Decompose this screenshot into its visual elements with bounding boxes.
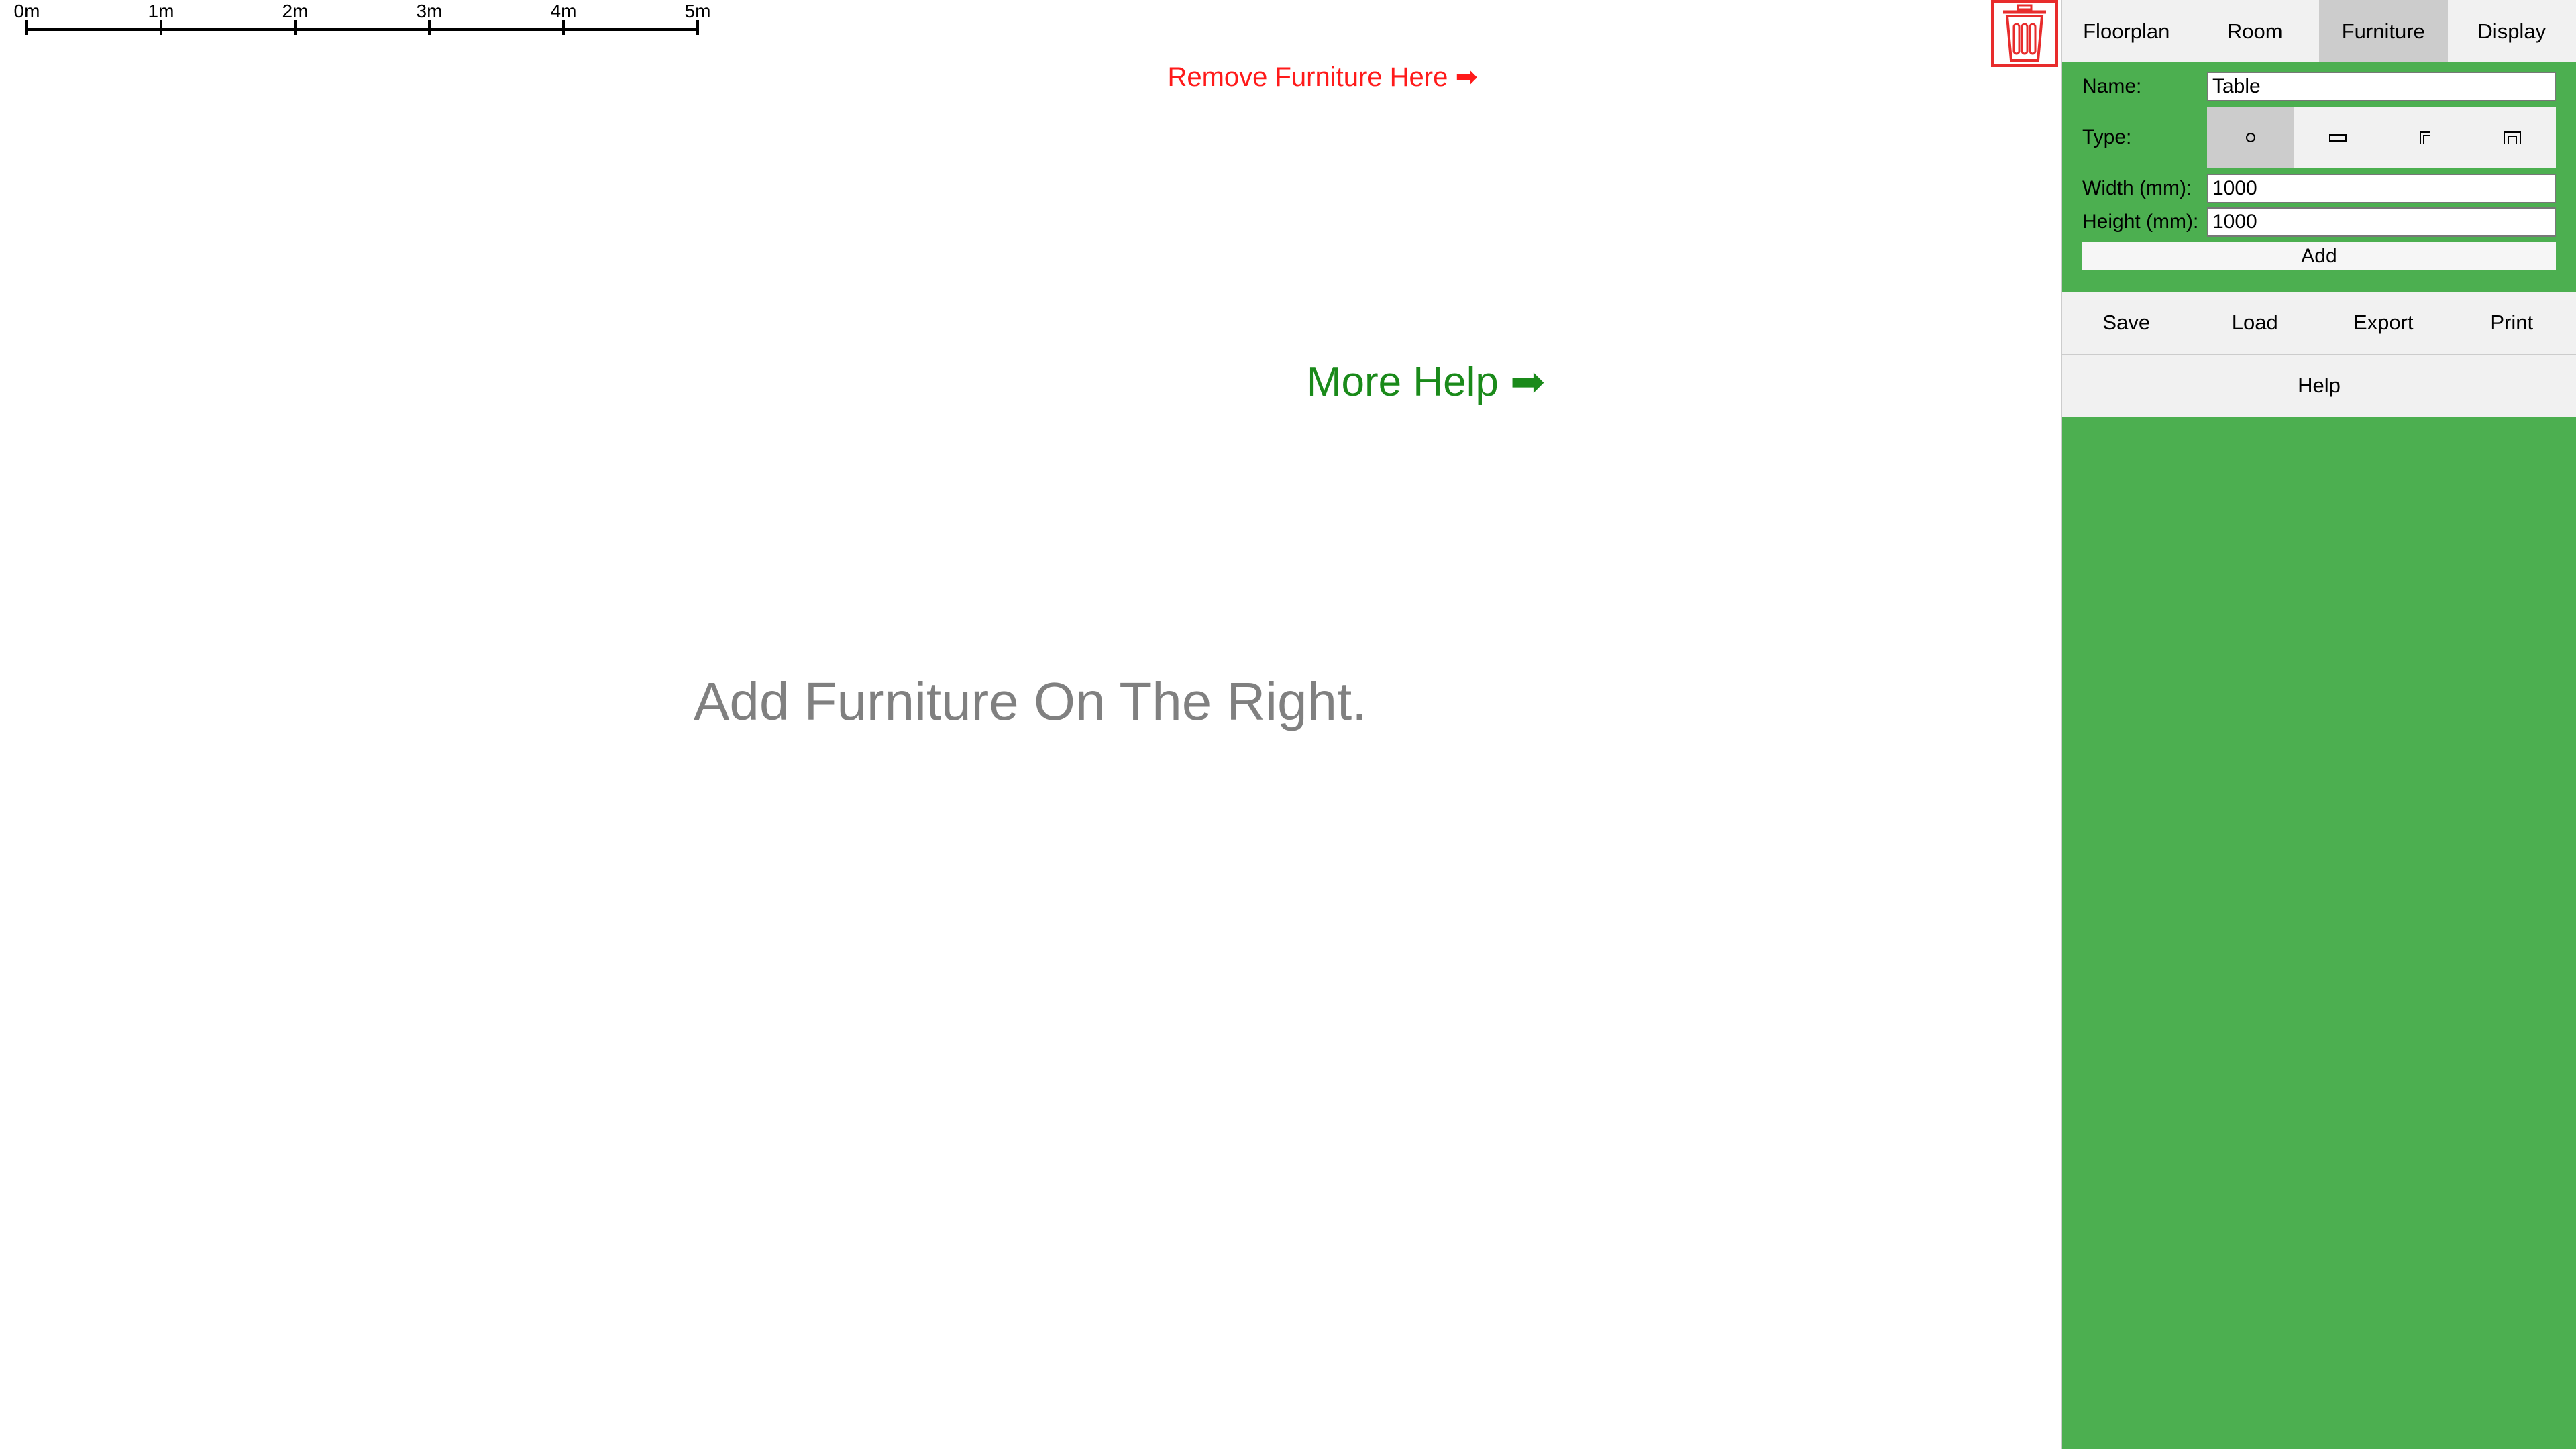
tab-bar: Floorplan Room Furniture Display xyxy=(2062,0,2576,62)
tab-furniture[interactable]: Furniture xyxy=(2319,0,2448,62)
type-corner-button[interactable] xyxy=(2381,107,2469,168)
scale-tick-label: 3m xyxy=(417,1,443,21)
width-label: Width (mm): xyxy=(2082,177,2192,199)
name-input[interactable] xyxy=(2207,72,2556,101)
name-row: Name: xyxy=(2082,72,2556,101)
add-furniture-button[interactable]: Add xyxy=(2082,242,2556,270)
width-input[interactable] xyxy=(2207,174,2556,203)
file-actions-bar: Save Load Export Print xyxy=(2062,292,2576,355)
circle-shape-icon xyxy=(2246,133,2255,142)
scale-tick-label: 5m xyxy=(685,1,711,21)
tab-floorplan[interactable]: Floorplan xyxy=(2062,0,2191,62)
type-label: Type: xyxy=(2082,126,2132,148)
save-button[interactable]: Save xyxy=(2062,292,2191,354)
furniture-form: Name: Type: xyxy=(2062,62,2576,281)
corner-shape-icon xyxy=(2420,131,2430,144)
rectangle-shape-icon xyxy=(2329,134,2347,142)
tab-display[interactable]: Display xyxy=(2448,0,2576,62)
more-help-link[interactable]: More Help ➡ xyxy=(1307,357,1545,406)
name-label: Name: xyxy=(2082,75,2142,97)
height-row: Height (mm): xyxy=(2082,207,2556,237)
type-rectangle-button[interactable] xyxy=(2294,107,2381,168)
side-panel: Floorplan Room Furniture Display Name: T… xyxy=(2061,0,2576,1449)
help-button[interactable]: Help xyxy=(2062,355,2576,417)
height-input[interactable] xyxy=(2207,207,2556,237)
print-button[interactable]: Print xyxy=(2448,292,2576,354)
height-label: Height (mm): xyxy=(2082,211,2199,233)
type-selector xyxy=(2207,107,2556,168)
trash-dropzone[interactable] xyxy=(1991,0,2058,67)
type-row: Type: xyxy=(2082,105,2556,170)
remove-furniture-label: Remove Furniture Here ➡ xyxy=(1167,62,1478,92)
scale-tick-label: 0m xyxy=(14,1,40,21)
width-row: Width (mm): xyxy=(2082,174,2556,203)
scale-tick-label: 2m xyxy=(282,1,309,21)
scale-tick-label: 1m xyxy=(148,1,174,21)
tab-room[interactable]: Room xyxy=(2191,0,2320,62)
load-button[interactable]: Load xyxy=(2191,292,2320,354)
trash-icon xyxy=(2003,4,2046,62)
type-circle-button[interactable] xyxy=(2207,107,2294,168)
export-button[interactable]: Export xyxy=(2319,292,2448,354)
scale-tick-label: 4m xyxy=(551,1,577,21)
type-u-shape-button[interactable] xyxy=(2469,107,2556,168)
u-shape-icon xyxy=(2504,131,2521,144)
scale-bar: 0m 1m 2m 3m 4m 5m xyxy=(0,0,738,47)
empty-canvas-hint: Add Furniture On The Right. xyxy=(694,672,1367,731)
floorplan-canvas[interactable]: 0m 1m 2m 3m 4m 5m Add Furniture On The Right.… xyxy=(0,0,2061,1449)
